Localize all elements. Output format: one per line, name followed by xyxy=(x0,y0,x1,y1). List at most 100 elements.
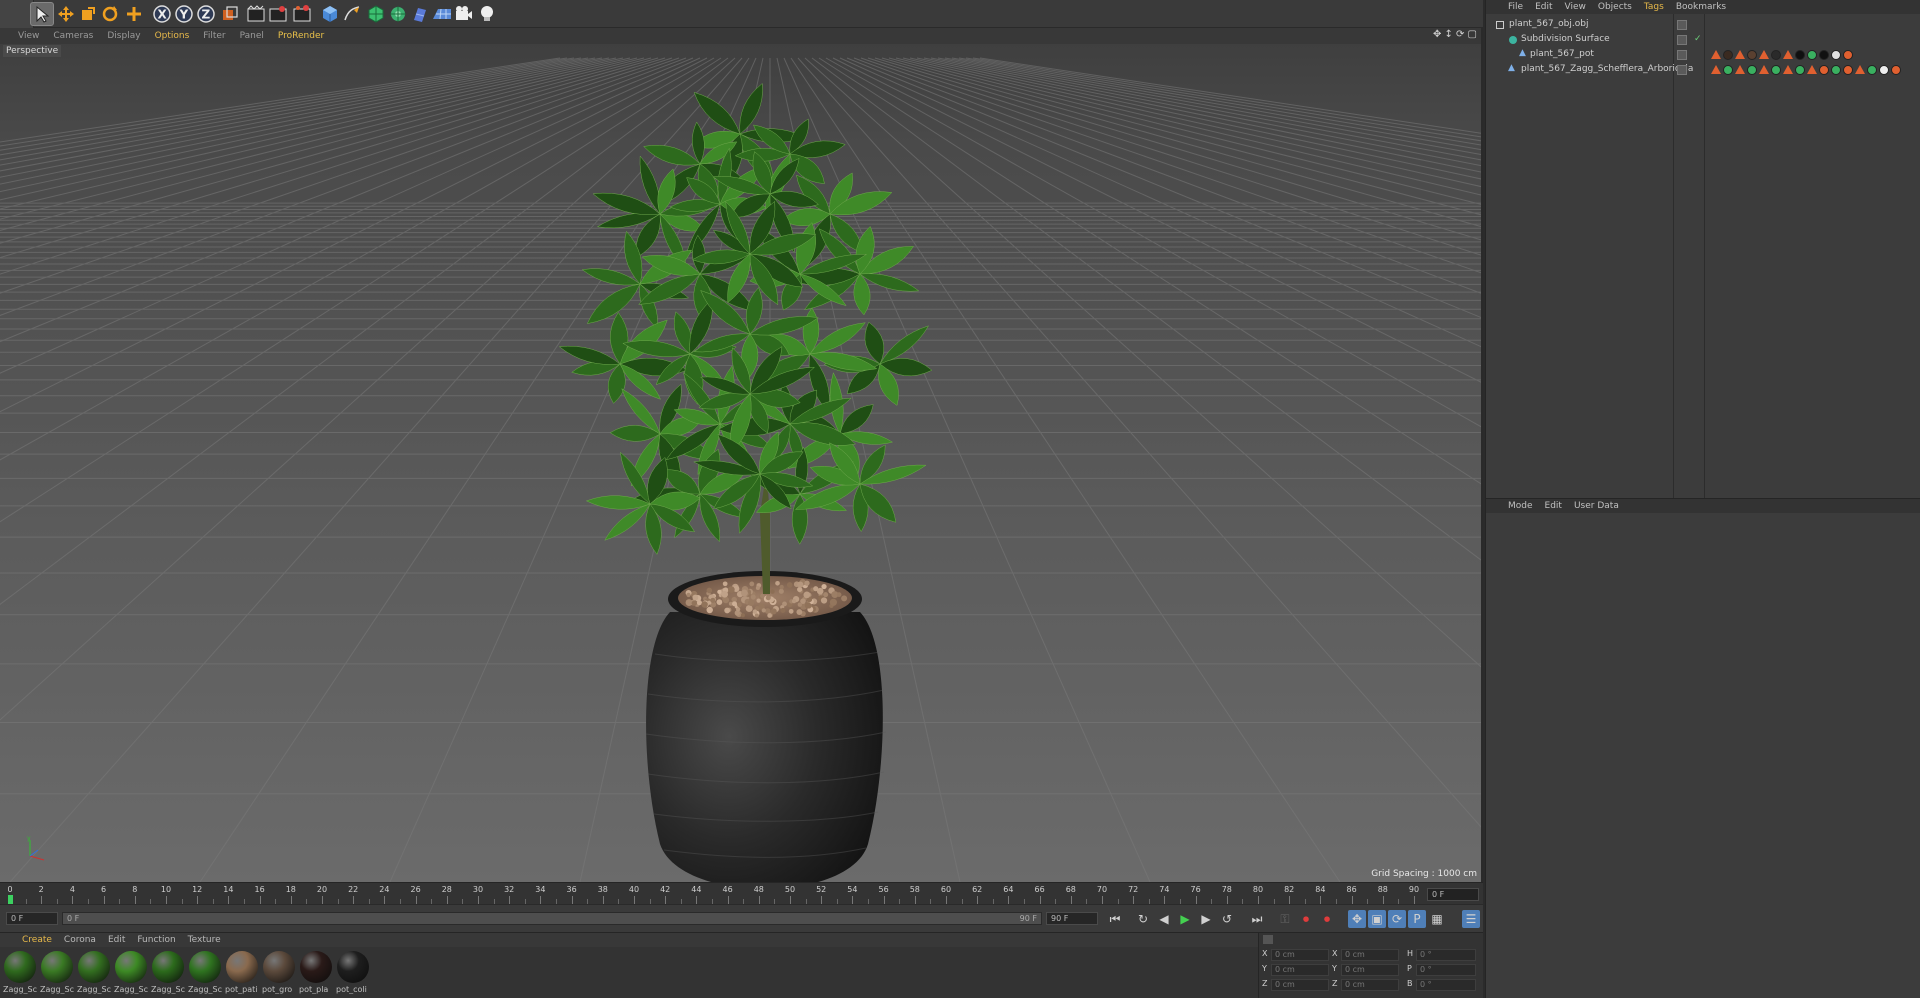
z-axis-lock-tool-button[interactable]: Z xyxy=(194,2,218,26)
rotation-field[interactable]: 0 ° xyxy=(1416,964,1476,976)
material-swatch[interactable]: Zagg_Sc xyxy=(3,951,37,997)
phong-tag-icon[interactable] xyxy=(1759,65,1769,74)
y-axis-lock-tool-button[interactable]: Y xyxy=(172,2,196,26)
menu-objects[interactable]: Objects xyxy=(1598,2,1632,12)
array-tool-button[interactable] xyxy=(386,2,410,26)
layer-flag[interactable] xyxy=(1677,20,1687,30)
light-tool-button[interactable] xyxy=(475,2,499,26)
end-frame-field[interactable]: 90 F xyxy=(1046,912,1098,925)
camera-label[interactable]: Perspective xyxy=(3,45,62,57)
phong-tag-icon[interactable] xyxy=(1783,65,1793,74)
keyframe-off-icon[interactable]: ⚿ xyxy=(1276,910,1294,928)
menu-filter[interactable]: Filter xyxy=(203,31,225,41)
go-to-start-icon[interactable]: ⏮ xyxy=(1106,910,1124,928)
material-swatch[interactable]: Zagg_Sc xyxy=(40,951,74,997)
phong-tag-icon[interactable] xyxy=(1783,50,1793,59)
object-row-root[interactable]: plant_567_obj.obj xyxy=(1486,18,1920,32)
phong-tag-icon[interactable] xyxy=(1735,65,1745,74)
material-swatch[interactable]: Zagg_Sc xyxy=(188,951,222,997)
menu-edit[interactable]: Edit xyxy=(1535,2,1552,12)
menu-cameras[interactable]: Cameras xyxy=(53,31,93,41)
phong-tag-icon[interactable] xyxy=(1711,65,1721,74)
material-tag-icon[interactable] xyxy=(1843,50,1853,60)
menu-view[interactable]: View xyxy=(1565,2,1586,12)
menu-bookmarks[interactable]: Bookmarks xyxy=(1676,2,1726,12)
menu-file[interactable]: File xyxy=(1508,2,1523,12)
object-row-subdivision[interactable]: Subdivision Surface ✓ xyxy=(1486,33,1920,47)
rotate-tool-button[interactable] xyxy=(98,2,122,26)
material-tag-icon[interactable] xyxy=(1819,50,1829,60)
render-settings-tool-button[interactable] xyxy=(290,2,314,26)
loop-forward-icon[interactable]: ↺ xyxy=(1218,910,1236,928)
scale-tool-button[interactable] xyxy=(76,2,100,26)
menu-corona[interactable]: Corona xyxy=(64,935,96,945)
go-to-end-icon[interactable]: ⏭ xyxy=(1248,910,1266,928)
material-tag-icon[interactable] xyxy=(1867,65,1877,75)
menu-view[interactable]: View xyxy=(18,31,39,41)
dolly-icon[interactable]: ↕ xyxy=(1445,30,1454,40)
material-tag-icon[interactable] xyxy=(1795,65,1805,75)
size-field[interactable]: 0 cm xyxy=(1341,979,1399,991)
phong-tag-icon[interactable] xyxy=(1855,65,1865,74)
menu-create[interactable]: Create xyxy=(22,935,52,945)
material-tag-icon[interactable] xyxy=(1723,65,1733,75)
position-field[interactable]: 0 cm xyxy=(1271,949,1329,961)
render-picture-viewer-tool-button[interactable] xyxy=(266,2,290,26)
spline-pen-tool-button[interactable] xyxy=(340,2,364,26)
size-field[interactable]: 0 cm xyxy=(1341,964,1399,976)
menu-panel[interactable]: Panel xyxy=(240,31,264,41)
previous-frame-icon[interactable]: ◀ xyxy=(1155,910,1173,928)
menu-prorender[interactable]: ProRender xyxy=(278,31,324,41)
phong-tag-icon[interactable] xyxy=(1807,65,1817,74)
enabled-check-icon[interactable]: ✓ xyxy=(1694,34,1702,44)
material-swatch[interactable]: Zagg_Sc xyxy=(77,951,111,997)
loop-icon[interactable]: ↻ xyxy=(1134,910,1152,928)
position-field[interactable]: 0 cm xyxy=(1271,964,1329,976)
timeline-ticks[interactable]: 0 2 4 6 8 10 12 14 16 18 20 22 24 26 28 30 32 34 36 38 40 42 4… xyxy=(7,883,1419,905)
menu-user-data[interactable]: User Data xyxy=(1574,501,1619,511)
material-swatch[interactable]: Zagg_Sc xyxy=(114,951,148,997)
material-tag-icon[interactable] xyxy=(1831,50,1841,60)
layer-flag[interactable] xyxy=(1677,50,1687,60)
key-position-icon[interactable]: ✥ xyxy=(1348,910,1366,928)
select-arrow-tool-button[interactable] xyxy=(30,2,54,26)
key-parameter-icon[interactable]: P xyxy=(1408,910,1426,928)
coordinates-grip[interactable] xyxy=(1263,935,1273,944)
deformer-tool-button[interactable] xyxy=(408,2,432,26)
pot[interactable] xyxy=(646,612,883,882)
phong-tag-icon[interactable] xyxy=(1735,50,1745,59)
material-tag-icon[interactable] xyxy=(1819,65,1829,75)
menu-tags[interactable]: Tags xyxy=(1644,2,1664,12)
timeline-ruler[interactable]: 0 2 4 6 8 10 12 14 16 18 20 22 24 26 28 30 32 34 36 38 40 42 4… xyxy=(0,882,1483,905)
material-tag-icon[interactable] xyxy=(1771,50,1781,60)
menu-mode[interactable]: Mode xyxy=(1508,501,1533,511)
x-axis-lock-tool-button[interactable]: X xyxy=(150,2,174,26)
next-frame-icon[interactable]: ▶ xyxy=(1197,910,1215,928)
rotation-field[interactable]: 0 ° xyxy=(1416,979,1476,991)
floor-tool-button[interactable] xyxy=(430,2,454,26)
material-tag-icon[interactable] xyxy=(1807,50,1817,60)
autokey-icon[interactable]: ⏺ xyxy=(1318,910,1336,928)
material-swatch[interactable]: pot_pla xyxy=(299,951,333,997)
menu-edit[interactable]: Edit xyxy=(108,935,125,945)
material-tag-icon[interactable] xyxy=(1879,65,1889,75)
material-tag-icon[interactable] xyxy=(1723,50,1733,60)
material-tag-icon[interactable] xyxy=(1747,50,1757,60)
preview-range-slider[interactable]: 0 F 90 F xyxy=(62,912,1042,925)
menu-options[interactable]: Options xyxy=(155,31,190,41)
material-swatch[interactable]: pot_pati xyxy=(225,951,259,997)
material-tag-icon[interactable] xyxy=(1843,65,1853,75)
key-pla-icon[interactable]: ▦ xyxy=(1428,910,1446,928)
current-frame-field[interactable]: 0 F xyxy=(1427,888,1479,901)
key-scale-icon[interactable]: ▣ xyxy=(1368,910,1386,928)
layer-flag[interactable] xyxy=(1677,65,1687,75)
rotation-field[interactable]: 0 ° xyxy=(1416,949,1476,961)
move-tool-button[interactable] xyxy=(54,2,78,26)
material-tag-icon[interactable] xyxy=(1771,65,1781,75)
material-tag-icon[interactable] xyxy=(1891,65,1901,75)
cube-primitive-tool-button[interactable] xyxy=(318,2,342,26)
position-field[interactable]: 0 cm xyxy=(1271,979,1329,991)
material-tag-icon[interactable] xyxy=(1795,50,1805,60)
material-swatch[interactable]: pot_gro xyxy=(262,951,296,997)
coordinate-system-tool-button[interactable] xyxy=(218,2,242,26)
